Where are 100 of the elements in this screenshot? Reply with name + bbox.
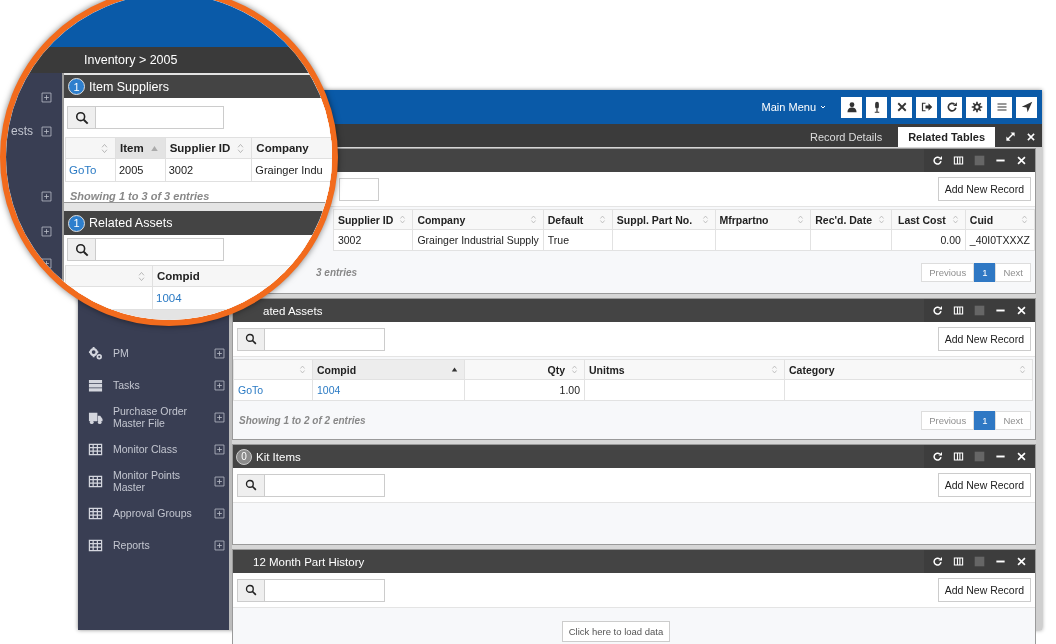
search-field[interactable] [237, 327, 385, 351]
plus-box-icon[interactable] [214, 347, 225, 359]
panel-title: 12 Month Part History [253, 555, 365, 568]
close-icon[interactable] [1016, 155, 1027, 166]
entries-info: Showing 1 to 2 of 2 entries [239, 414, 366, 426]
plus-box-icon[interactable] [214, 539, 225, 551]
page-button[interactable]: 1 [974, 410, 996, 430]
count-badge: 1 [68, 78, 85, 95]
toolbar-button[interactable] [841, 96, 862, 118]
sidebar-item[interactable]: Monitor Class [113, 443, 210, 455]
column-header: Supplier ID [169, 142, 231, 154]
search-field[interactable] [237, 578, 385, 602]
column-header: Default [547, 213, 584, 226]
table-cell: 3002 [333, 229, 413, 251]
refresh-icon[interactable] [932, 305, 943, 316]
close-icon[interactable] [1016, 451, 1027, 462]
search-icon [74, 242, 89, 257]
refresh-icon[interactable] [932, 155, 943, 166]
close-icon[interactable] [1016, 305, 1027, 316]
toolbar-button[interactable] [991, 96, 1012, 118]
menu-icon [995, 101, 1008, 113]
column-header: Company [256, 142, 309, 154]
grid-icon [88, 537, 103, 553]
column-header: Mfrpartno [719, 213, 769, 226]
sidebar-item[interactable]: Monitor Points Master [113, 469, 210, 493]
breadcrumb: Inventory > 2005 [84, 53, 178, 67]
plus-box-icon[interactable] [214, 475, 225, 487]
table-cell: 2005 [115, 158, 166, 182]
refresh-icon[interactable] [932, 556, 943, 567]
refresh-icon [945, 101, 958, 113]
columns-icon[interactable] [953, 451, 964, 462]
sidebar-item[interactable]: ests [11, 124, 33, 138]
entries-info: 3 entries [316, 266, 358, 278]
toolbar-button[interactable] [966, 96, 987, 118]
tab[interactable]: Related Tables [898, 127, 995, 147]
sidebar-item[interactable]: PM [113, 347, 210, 359]
load-data-button[interactable]: Click here to load data [561, 621, 671, 642]
column-header: Compid [317, 363, 357, 376]
add-record-button[interactable]: Add New Record [937, 327, 1031, 351]
sidebar-item[interactable]: Reports [113, 539, 210, 551]
close-icon[interactable] [1016, 556, 1027, 567]
toolbar-button[interactable] [916, 96, 937, 118]
panel-title: Related Assets [89, 216, 173, 230]
sign-out-icon [920, 101, 933, 113]
search-field[interactable] [339, 177, 379, 201]
table-cell: 3002 [165, 158, 252, 182]
plus-box-icon[interactable] [214, 379, 225, 391]
column-header: Suppl. Part No. [616, 213, 693, 226]
search-field[interactable] [237, 473, 385, 497]
gears-icon [88, 345, 103, 361]
link[interactable]: 1004 [317, 384, 341, 396]
add-record-button[interactable]: Add New Record [937, 578, 1031, 602]
column-header: Rec'd. Date [815, 213, 873, 226]
toolbar-button[interactable] [891, 96, 912, 118]
close-icon[interactable] [1026, 132, 1036, 142]
toolbar-button[interactable] [941, 96, 962, 118]
plus-box-icon[interactable] [214, 507, 225, 519]
sidebar-item[interactable]: Tasks [113, 379, 210, 391]
add-record-button[interactable]: Add New Record [937, 473, 1031, 497]
sidebar-item[interactable]: Purchase Order Master File [113, 405, 210, 429]
columns-icon[interactable] [953, 556, 964, 567]
toolbar-button[interactable] [1016, 96, 1037, 118]
link[interactable]: GoTo [238, 384, 264, 396]
main-menu-button[interactable]: Main Menu [761, 101, 827, 113]
tab[interactable]: Record Details [800, 127, 893, 147]
column-header: Item [120, 142, 144, 154]
column-header: Compid [157, 270, 200, 282]
panel-title: ated Assets [263, 304, 323, 317]
plus-box-icon[interactable] [41, 225, 52, 237]
columns-icon[interactable] [953, 305, 964, 316]
sidebar-item[interactable]: Approval Groups [113, 507, 210, 519]
sort-icon[interactable] [449, 364, 460, 375]
list-icon [88, 377, 103, 393]
refresh-icon[interactable] [932, 451, 943, 462]
grid-icon [88, 441, 103, 457]
toolbar-button[interactable] [866, 96, 887, 118]
grid-icon [88, 473, 103, 489]
plus-box-icon[interactable] [41, 91, 52, 103]
plus-box-icon[interactable] [214, 411, 225, 423]
search-icon [245, 584, 257, 596]
close-icon [895, 101, 908, 113]
search-field[interactable] [67, 238, 224, 261]
column-header: Qty [547, 363, 565, 376]
columns-icon[interactable] [953, 155, 964, 166]
column-header: Company [417, 213, 466, 226]
plus-box-icon[interactable] [41, 257, 52, 269]
expand-icon[interactable] [1005, 131, 1016, 142]
plus-box-icon[interactable] [41, 190, 52, 202]
panel-title: Item Suppliers [89, 79, 169, 94]
column-header: Cuid [969, 213, 994, 226]
plus-box-icon[interactable] [41, 125, 52, 137]
page-button[interactable]: 1 [974, 262, 996, 282]
search-field[interactable] [67, 106, 224, 129]
location-arrow-icon [1020, 101, 1033, 113]
link[interactable]: 1004 [156, 292, 182, 304]
add-record-button[interactable]: Add New Record [937, 177, 1031, 201]
search-icon [245, 479, 257, 491]
settings-icon [970, 101, 983, 113]
caret-icon [819, 103, 827, 111]
plus-box-icon[interactable] [214, 443, 225, 455]
